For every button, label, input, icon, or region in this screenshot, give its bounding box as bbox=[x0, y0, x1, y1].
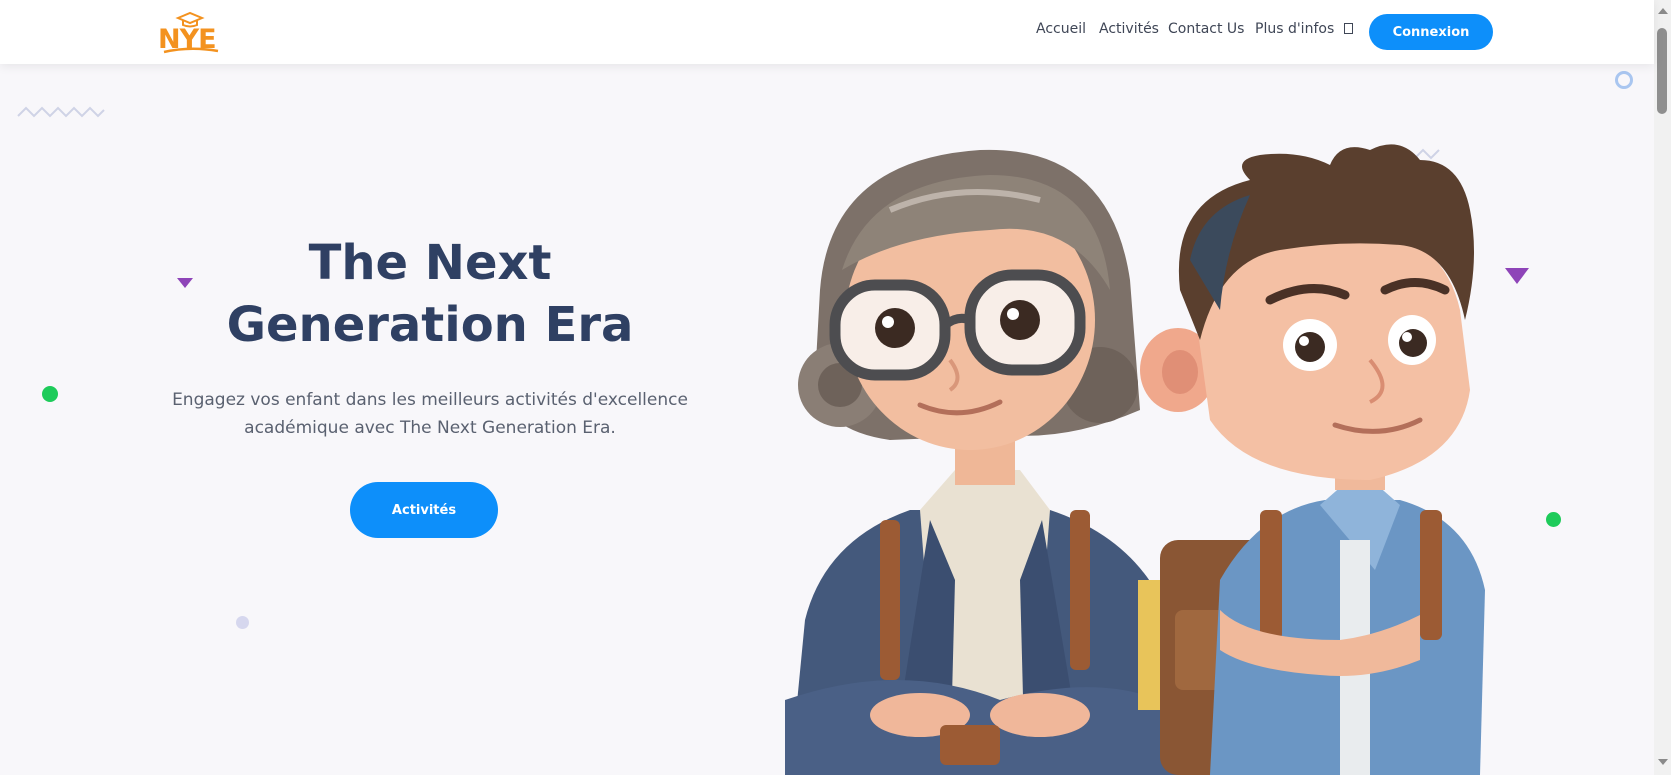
nav-link-plus-infos[interactable]: Plus d'infos bbox=[1255, 21, 1353, 37]
login-button[interactable]: Connexion bbox=[1369, 14, 1493, 50]
scrollbar[interactable] bbox=[1654, 0, 1671, 775]
nav-link-activites[interactable]: Activités bbox=[1099, 21, 1159, 37]
navbar: NYE Accueil Activités Contact Us Plus d'… bbox=[0, 0, 1654, 64]
nav-link-plus-infos-label: Plus d'infos bbox=[1255, 21, 1335, 37]
scroll-thumb[interactable] bbox=[1657, 28, 1667, 114]
hero-subtitle-line2: académique avec The Next Generation Era. bbox=[244, 418, 616, 438]
boy-character bbox=[1140, 144, 1485, 775]
nav-link-contact[interactable]: Contact Us bbox=[1168, 21, 1244, 37]
hero-title-line2: Generation Era bbox=[226, 297, 634, 353]
lavender-dot-decoration bbox=[236, 616, 249, 629]
nav-link-accueil[interactable]: Accueil bbox=[1036, 21, 1086, 37]
hero-subtitle-line1: Engagez vos enfant dans les meilleurs ac… bbox=[172, 390, 688, 410]
hero-subtitle: Engagez vos enfant dans les meilleurs ac… bbox=[150, 386, 710, 442]
green-dot-decoration bbox=[42, 386, 58, 402]
scroll-down-arrow-icon[interactable] bbox=[1658, 759, 1668, 765]
activities-cta-button[interactable]: Activités bbox=[350, 482, 498, 538]
hero-title: The Next Generation Era bbox=[170, 232, 690, 356]
square-icon bbox=[1343, 23, 1353, 34]
zigzag-decoration bbox=[17, 106, 105, 118]
scroll-up-arrow-icon[interactable] bbox=[1658, 8, 1668, 14]
kids-illustration bbox=[785, 144, 1485, 775]
ring-decoration bbox=[1615, 71, 1633, 89]
girl-character bbox=[785, 149, 1187, 775]
green-dot-decoration-right bbox=[1546, 512, 1561, 527]
hero-title-line1: The Next bbox=[308, 235, 552, 291]
nye-logo[interactable]: NYE bbox=[156, 10, 226, 54]
